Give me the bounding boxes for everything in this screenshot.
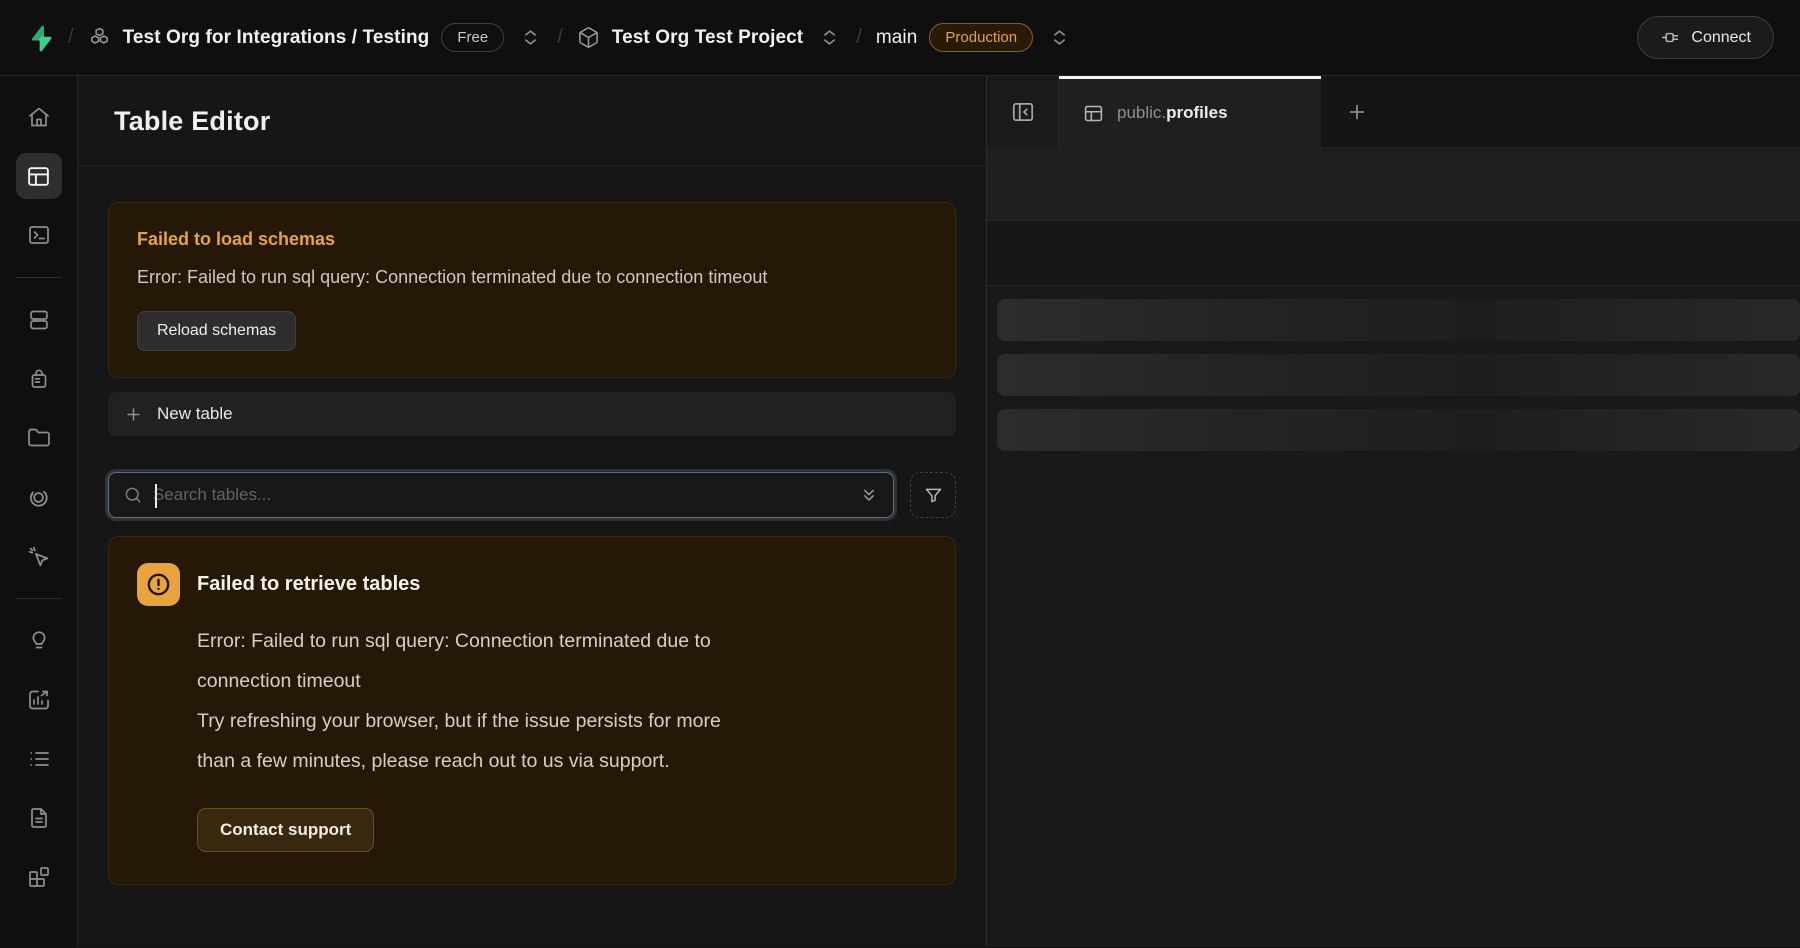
org-plan-badge: Free xyxy=(441,23,504,52)
sidebar-item-reports[interactable] xyxy=(16,677,62,723)
new-table-label: New table xyxy=(157,404,233,424)
sidebar-item-home[interactable] xyxy=(16,94,62,140)
integrations-blocks-icon xyxy=(27,865,51,889)
skeleton-row xyxy=(997,299,1800,341)
text-cursor xyxy=(155,484,157,508)
connect-label: Connect xyxy=(1691,29,1751,47)
edge-functions-orbit-icon xyxy=(26,485,51,510)
sidebar-item-integrations[interactable] xyxy=(16,854,62,900)
search-row xyxy=(108,472,956,518)
tables-error-title: Failed to retrieve tables xyxy=(197,573,420,596)
app-header: / Test Org for Integrations / Testing Fr… xyxy=(0,0,1800,76)
branch-production-badge: Production xyxy=(929,23,1033,52)
new-table-button[interactable]: New table xyxy=(108,392,956,436)
schema-error-alert: Failed to load schemas Error: Failed to … xyxy=(108,202,956,378)
breadcrumb-org[interactable]: Test Org for Integrations / Testing Free xyxy=(88,23,505,52)
org-name: Test Org for Integrations / Testing xyxy=(123,27,430,49)
auth-lock-icon xyxy=(27,367,51,391)
search-field-wrap xyxy=(108,472,894,518)
grid-toolbar-loading xyxy=(987,147,1800,220)
warning-alert-icon xyxy=(137,563,180,606)
collapse-sidebar-button[interactable] xyxy=(987,76,1059,147)
sidebar-divider xyxy=(16,598,62,599)
search-icon xyxy=(123,485,143,505)
sidebar-item-edge-functions[interactable] xyxy=(16,474,62,520)
tab-label: public.profiles xyxy=(1117,103,1228,123)
filter-funnel-icon xyxy=(923,485,944,506)
api-docs-file-icon xyxy=(27,806,51,830)
tab-table-name: profiles xyxy=(1166,103,1227,122)
table-editor-panel: Table Editor Failed to load schemas Erro… xyxy=(78,76,986,947)
plus-icon xyxy=(1346,101,1368,123)
breadcrumb-branch[interactable]: main Production xyxy=(876,23,1033,52)
chevrons-down-icon[interactable] xyxy=(859,485,879,505)
breadcrumb-project[interactable]: Test Org Test Project xyxy=(577,26,803,49)
tab-schema-name: public. xyxy=(1117,103,1166,122)
sidebar-item-database[interactable] xyxy=(16,297,62,343)
schema-error-title: Failed to load schemas xyxy=(137,229,927,250)
breadcrumb-slash: / xyxy=(68,26,74,49)
tables-error-message-2: Try refreshing your browser, but if the … xyxy=(197,702,927,782)
tables-error-message-1: Error: Failed to run sql query: Connecti… xyxy=(197,622,927,702)
reload-schemas-button[interactable]: Reload schemas xyxy=(137,311,296,351)
connect-button[interactable]: Connect xyxy=(1637,16,1774,59)
breadcrumb-slash: / xyxy=(856,26,862,49)
project-name: Test Org Test Project xyxy=(612,27,803,49)
branch-name: main xyxy=(876,27,918,49)
search-tables-input[interactable] xyxy=(153,485,849,505)
grid-panel: public.profiles xyxy=(986,76,1800,947)
tables-error-alert: Failed to retrieve tables Error: Failed … xyxy=(108,536,956,885)
sidebar-item-storage[interactable] xyxy=(16,415,62,461)
reports-chart-icon xyxy=(27,688,51,712)
project-cube-icon xyxy=(577,26,600,49)
sidebar-item-table-editor[interactable] xyxy=(16,153,62,199)
table-icon xyxy=(1083,103,1104,124)
sidebar-item-advisors[interactable] xyxy=(16,618,62,664)
sql-editor-terminal-icon xyxy=(27,223,51,247)
org-switcher-chevrons[interactable] xyxy=(518,25,543,50)
breadcrumb-slash: / xyxy=(557,26,563,49)
tables-error-header: Failed to retrieve tables xyxy=(137,563,927,606)
logs-list-icon xyxy=(27,747,51,771)
supabase-logo-icon[interactable] xyxy=(26,24,54,52)
new-tab-button[interactable] xyxy=(1321,76,1393,147)
panel-body: Failed to load schemas Error: Failed to … xyxy=(78,166,986,921)
realtime-cursor-icon xyxy=(26,544,51,569)
plug-icon xyxy=(1660,27,1681,48)
table-editor-icon xyxy=(26,164,51,189)
grid-body-loading xyxy=(987,285,1800,947)
sidebar-item-logs[interactable] xyxy=(16,736,62,782)
sidebar-item-api-docs[interactable] xyxy=(16,795,62,841)
panel-titlebar: Table Editor xyxy=(78,76,986,166)
schema-error-message: Error: Failed to run sql query: Connecti… xyxy=(137,264,927,291)
sidebar-item-auth[interactable] xyxy=(16,356,62,402)
plus-icon xyxy=(124,405,143,424)
branch-switcher-chevrons[interactable] xyxy=(1047,25,1072,50)
advisors-lightbulb-icon xyxy=(27,629,51,653)
tab-public-profiles[interactable]: public.profiles xyxy=(1059,76,1321,147)
filter-tables-button[interactable] xyxy=(910,472,956,518)
storage-folder-icon xyxy=(27,426,51,450)
sidebar-item-realtime[interactable] xyxy=(16,533,62,579)
database-icon xyxy=(27,308,51,332)
grid-header-row-loading xyxy=(987,220,1800,285)
editor-tab-bar: public.profiles xyxy=(987,76,1800,147)
page-title: Table Editor xyxy=(114,106,950,137)
project-switcher-chevrons[interactable] xyxy=(817,25,842,50)
sidebar-item-sql-editor[interactable] xyxy=(16,212,62,258)
skeleton-row xyxy=(997,354,1800,396)
sidebar-divider xyxy=(16,277,62,278)
org-boxes-icon xyxy=(88,26,111,49)
contact-support-button[interactable]: Contact support xyxy=(197,808,374,852)
skeleton-row xyxy=(997,409,1800,451)
panel-collapse-icon xyxy=(1010,99,1036,125)
sidebar-nav xyxy=(0,76,78,947)
home-icon xyxy=(27,105,51,129)
